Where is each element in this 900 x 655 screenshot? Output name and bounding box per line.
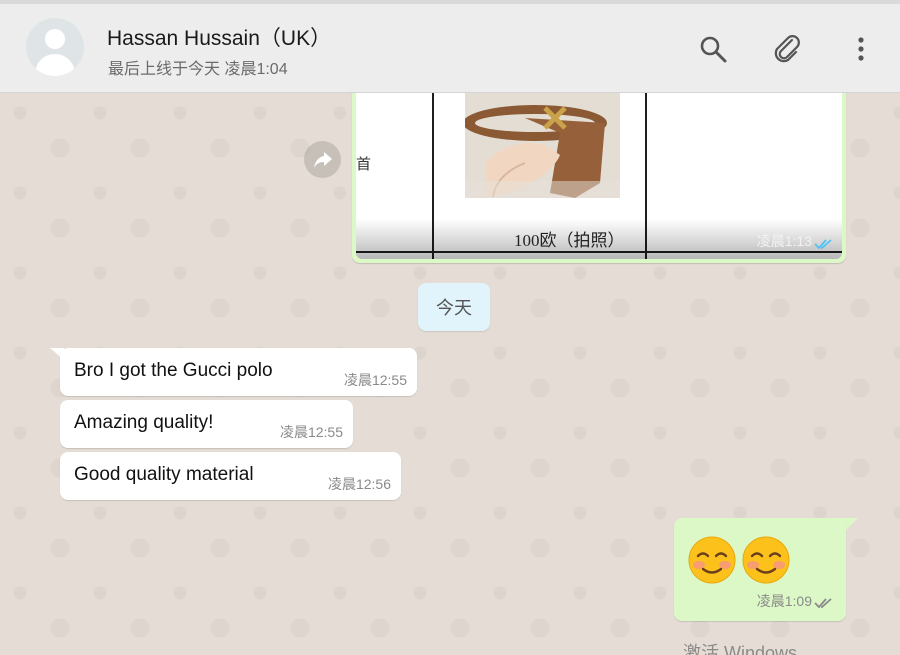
message-text: Good quality material	[74, 464, 254, 485]
chat-area[interactable]: 首 100欧（拍照） 凌晨1:13 今天 Bro I got the Gucci…	[0, 93, 900, 655]
partial-text: 首	[356, 156, 372, 173]
message-text: Bro I got the Gucci polo	[74, 360, 273, 381]
date-divider: 今天	[418, 283, 490, 331]
message-time: 凌晨12:55	[279, 424, 343, 440]
last-seen-status: 最后上线于今天 凌晨1:04	[108, 61, 288, 78]
chat-header: Hassan Hussain（UK） 最后上线于今天 凌晨1:04	[0, 0, 900, 93]
attach-icon[interactable]	[772, 34, 802, 64]
message-time: 凌晨12:55	[343, 372, 407, 388]
read-ticks-icon	[814, 239, 832, 250]
avatar-head	[45, 29, 65, 49]
image-message[interactable]: 首 100欧（拍照） 凌晨1:13	[352, 93, 846, 263]
belt-photo	[465, 93, 620, 198]
incoming-message[interactable]: Amazing quality! 凌晨12:55	[60, 400, 353, 448]
avatar[interactable]	[26, 18, 84, 76]
more-vert-icon[interactable]	[846, 34, 876, 64]
message-text: Amazing quality!	[74, 412, 214, 433]
forward-icon	[313, 151, 332, 168]
message-time: 凌晨12:56	[327, 476, 391, 492]
outgoing-emoji-message[interactable]: 凌晨1:09	[674, 518, 846, 621]
bubble-tail	[846, 518, 858, 530]
smiling-face-icon	[688, 536, 736, 584]
image-content[interactable]: 首 100欧（拍照） 凌晨1:13	[356, 93, 842, 259]
message-time: 凌晨1:13	[756, 233, 812, 249]
smiling-face-icon	[742, 536, 790, 584]
search-icon[interactable]	[698, 34, 728, 64]
incoming-message[interactable]: Good quality material 凌晨12:56	[60, 452, 401, 500]
delivered-ticks-icon	[814, 598, 832, 609]
image-caption: 100欧（拍照）	[514, 231, 625, 250]
forward-button[interactable]	[304, 141, 341, 178]
avatar-body	[35, 54, 75, 76]
message-time: 凌晨1:09	[756, 593, 812, 609]
contact-name[interactable]: Hassan Hussain（UK）	[107, 22, 331, 52]
incoming-message[interactable]: Bro I got the Gucci polo 凌晨12:55	[60, 348, 417, 396]
activation-watermark: 激活 Windows	[683, 643, 798, 655]
